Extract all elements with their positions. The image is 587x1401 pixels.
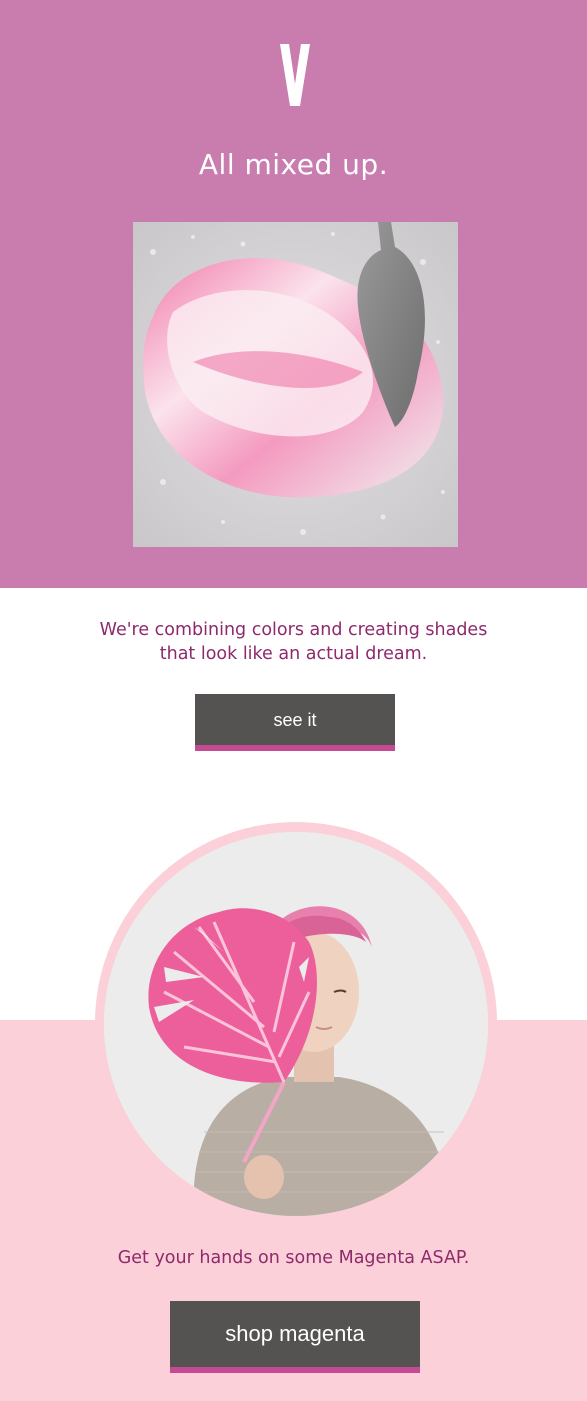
hero-image[interactable] (133, 222, 458, 547)
intro-line-1: We're combining colors and creating shad… (99, 620, 488, 640)
intro-description: We're combining colors and creating shad… (60, 618, 527, 666)
shop-magenta-button[interactable]: shop magenta (170, 1301, 420, 1373)
feature-photo[interactable] (104, 832, 488, 1216)
see-it-button[interactable]: see it (195, 694, 395, 751)
pink-paint-palette-knife-image (133, 222, 458, 547)
pink-haired-man-with-monstera-leaf-photo (104, 832, 488, 1216)
cta-text: Get your hands on some Magenta ASAP. (117, 1248, 470, 1268)
brand-logo[interactable] (280, 44, 310, 106)
intro-line-2: that look like an actual dream. (159, 644, 428, 664)
hero-section: All mixed up. (0, 0, 587, 588)
hero-title: All mixed up. (198, 148, 389, 181)
